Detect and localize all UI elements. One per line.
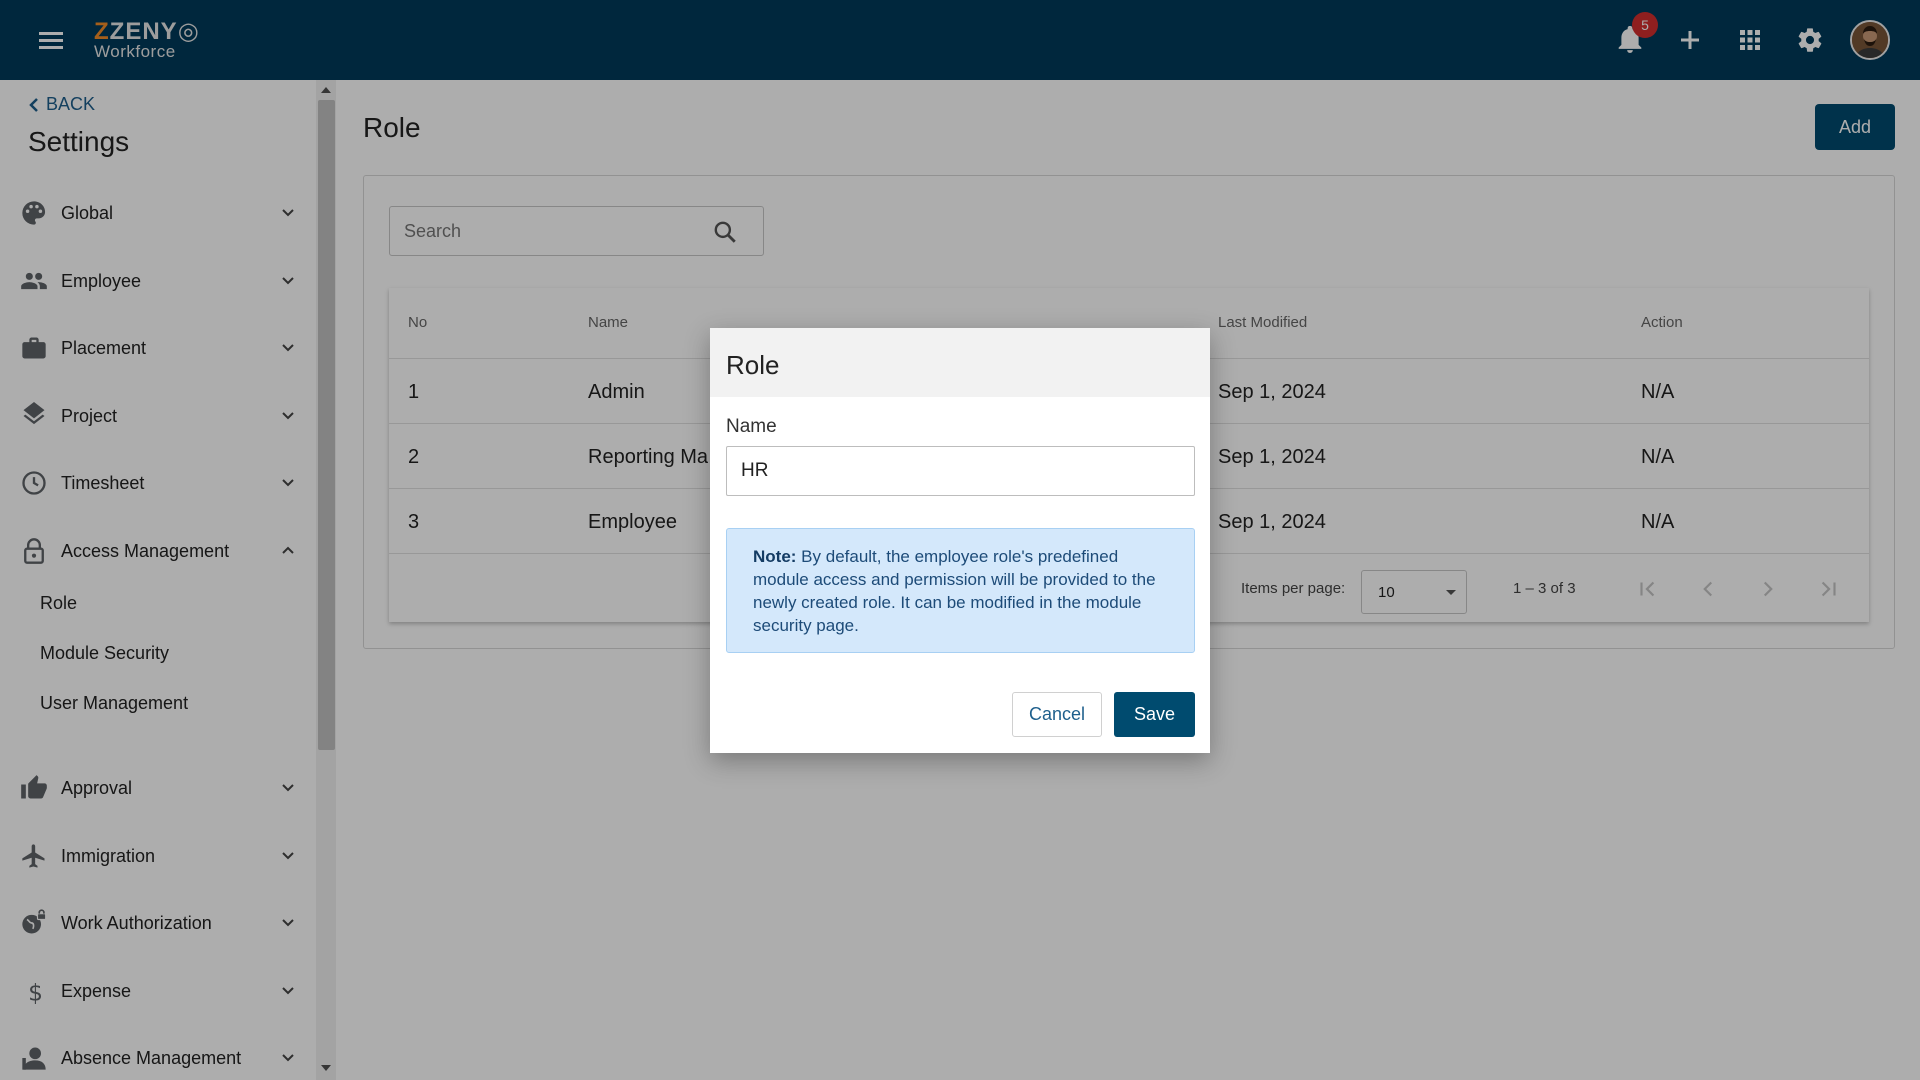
role-name-input[interactable] xyxy=(726,446,1195,496)
dialog-header: Role xyxy=(710,328,1210,397)
note-label: Note: xyxy=(753,547,797,566)
note-text: By default, the employee role's predefin… xyxy=(753,547,1156,635)
dialog-title: Role xyxy=(726,350,780,380)
save-button[interactable]: Save xyxy=(1114,692,1195,737)
role-dialog: Role Name Note: By default, the employee… xyxy=(710,328,1210,753)
note-box: Note: By default, the employee role's pr… xyxy=(726,528,1195,653)
name-field-label: Name xyxy=(726,416,777,437)
cancel-button[interactable]: Cancel xyxy=(1012,692,1102,737)
